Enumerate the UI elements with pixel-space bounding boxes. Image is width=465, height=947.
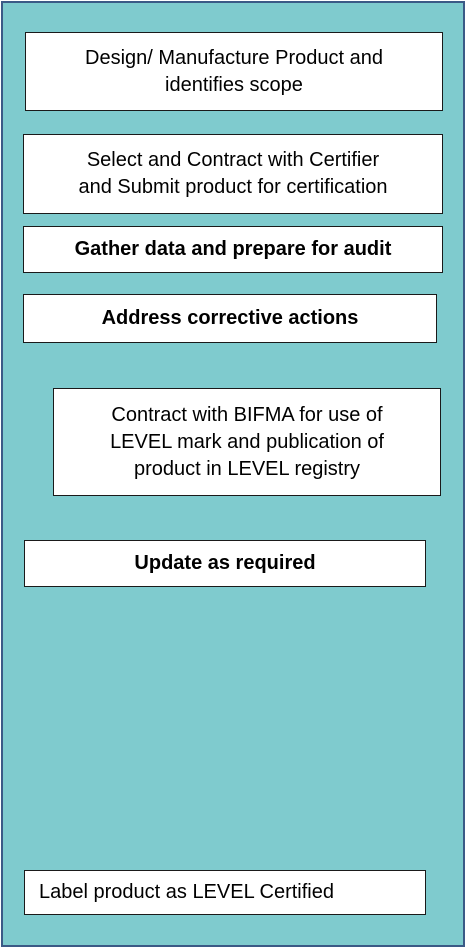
step-select-certifier: Select and Contract with Certifier and S…: [23, 134, 443, 214]
step-text-line: Gather data and prepare for audit: [74, 238, 392, 260]
step-text-line: and Submit product for certification: [78, 176, 388, 198]
step-text-line: Address corrective actions: [101, 307, 359, 329]
step-text-line: identifies scope: [165, 73, 303, 96]
step-text-line: Contract with BIFMA for use of: [111, 403, 383, 426]
step-corrective-actions: Address corrective actions: [23, 294, 437, 343]
step-text-line: LEVEL mark and publication of: [110, 430, 384, 453]
step-text-line: Label product as LEVEL Certified: [39, 881, 334, 903]
step-label-product: Label product as LEVEL Certified: [24, 870, 426, 915]
step-text-line: Select and Contract with Certifier: [86, 149, 380, 171]
step-update: Update as required: [24, 540, 426, 587]
step-text-line: Design/ Manufacture Product and: [85, 46, 383, 69]
step-text-line: product in LEVEL registry: [133, 457, 361, 480]
step-text-line: Update as required: [134, 552, 316, 574]
step-design-manufacture: Design/ Manufacture Product and identifi…: [25, 32, 443, 111]
step-gather-data: Gather data and prepare for audit: [23, 226, 443, 273]
step-contract-bifma: Contract with BIFMA for use of LEVEL mar…: [53, 388, 441, 496]
